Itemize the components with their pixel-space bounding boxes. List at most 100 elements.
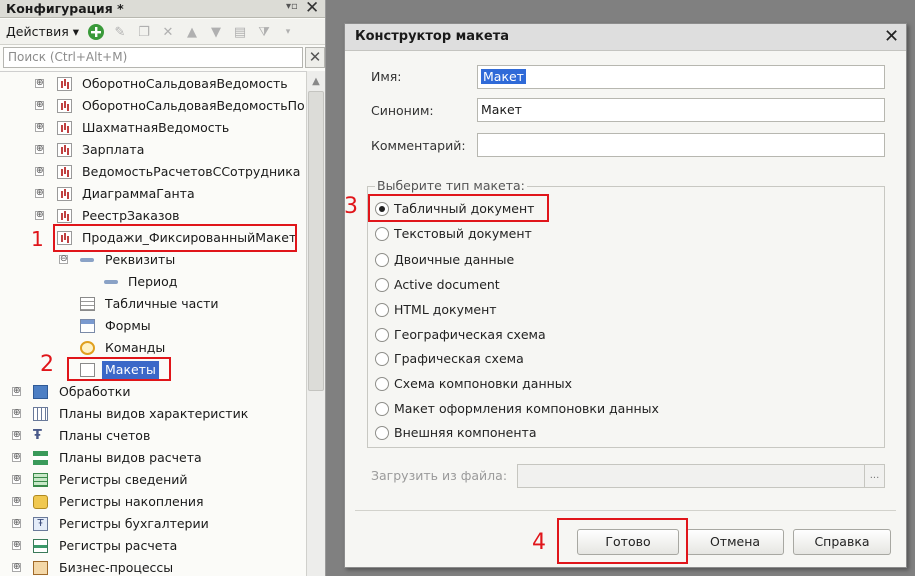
- actions-label: Действия: [6, 24, 69, 39]
- expand-icon[interactable]: ⊕: [35, 101, 44, 110]
- tree-scrollbar[interactable]: ▲: [306, 71, 325, 576]
- radio-button[interactable]: [375, 253, 389, 267]
- radio-button[interactable]: [375, 377, 389, 391]
- tree-item[interactable]: Период: [0, 271, 306, 293]
- expand-icon[interactable]: ⊕: [12, 541, 21, 550]
- tree-item-label: Бизнес-процессы: [59, 560, 174, 575]
- synonym-label: Синоним:: [371, 103, 434, 118]
- radio-label: Географическая схема: [394, 327, 546, 342]
- synonym-value: Макет: [481, 102, 522, 117]
- expand-icon[interactable]: ⊕: [12, 409, 21, 418]
- highlight-box-ok: [557, 518, 688, 564]
- edit-icon[interactable]: ✎: [110, 22, 130, 42]
- tree-item-label: ШахматнаяВедомость: [82, 120, 230, 135]
- expand-icon[interactable]: ⊕: [35, 167, 44, 176]
- expand-icon[interactable]: ⊕: [35, 123, 44, 132]
- panel-title-bar: Конфигурация * ▾▫ ✕: [0, 0, 325, 18]
- tree-item[interactable]: ⊕ ДиаграммаГанта: [0, 183, 306, 205]
- step-number-1: 1: [31, 227, 44, 251]
- scroll-up-icon[interactable]: ▲: [307, 73, 325, 91]
- load-from-file-field[interactable]: ...: [517, 464, 885, 488]
- tree-item[interactable]: ⊕ ОборотноСальдоваяВедомость: [0, 73, 306, 95]
- tree-item[interactable]: ⊕ Бизнес-процессы: [0, 557, 306, 576]
- load-from-file-label: Загрузить из файла:: [371, 468, 508, 483]
- radio-button[interactable]: [375, 402, 389, 416]
- command-icon: [80, 341, 95, 355]
- data-processor-icon: [33, 385, 48, 399]
- tree-item-label: Регистры сведений: [59, 472, 188, 487]
- radio-label: Схема компоновки данных: [394, 376, 573, 391]
- expand-icon[interactable]: ⊕: [12, 453, 21, 462]
- move-down-icon[interactable]: ▼: [206, 22, 226, 42]
- attribute-icon: [80, 258, 94, 262]
- tree-item-label: Обработки: [59, 384, 131, 399]
- radio-button[interactable]: [375, 227, 389, 241]
- tree-item[interactable]: ⊕ Ŧ Регистры бухгалтерии: [0, 513, 306, 535]
- expand-icon[interactable]: ⊕: [12, 497, 21, 506]
- tree-item[interactable]: ⊕ ОборотноСальдоваяВедомостьПо: [0, 95, 306, 117]
- template-designer-dialog: Конструктор макета ✕ Имя: Макет Синоним:…: [344, 23, 907, 568]
- clear-search-icon[interactable]: ✕: [305, 47, 325, 68]
- tree-item-label: Планы счетов: [59, 428, 151, 443]
- synonym-field[interactable]: Макет: [477, 98, 885, 122]
- radio-button[interactable]: [375, 328, 389, 342]
- copy-icon[interactable]: ❐: [134, 22, 154, 42]
- expand-icon[interactable]: ⊕: [35, 189, 44, 198]
- add-icon[interactable]: [86, 22, 106, 42]
- tree-item[interactable]: ⊕ Регистры сведений: [0, 469, 306, 491]
- expand-icon[interactable]: ⊕: [35, 211, 44, 220]
- tree-item[interactable]: ⊕ Регистры расчета: [0, 535, 306, 557]
- tree-item[interactable]: Формы: [0, 315, 306, 337]
- search-input[interactable]: Поиск (Ctrl+Alt+M): [3, 47, 303, 68]
- expand-icon[interactable]: ⊕: [12, 431, 21, 440]
- expand-icon[interactable]: ⊕: [12, 563, 21, 572]
- sort-icon[interactable]: ▤: [230, 22, 250, 42]
- radio-label: Двоичные данные: [394, 252, 515, 267]
- tree-item[interactable]: ⊕ Обработки: [0, 381, 306, 403]
- tree-item-label: ВедомостьРасчетовССотрудника: [82, 164, 301, 179]
- radio-button[interactable]: [375, 303, 389, 317]
- tree-item-label: ОборотноСальдоваяВедомость: [82, 76, 288, 91]
- scrollbar-thumb[interactable]: [308, 91, 324, 391]
- collapse-icon[interactable]: ⊖: [59, 255, 68, 264]
- help-button[interactable]: Справка: [793, 529, 891, 555]
- attribute-icon: [104, 280, 118, 284]
- expand-icon[interactable]: ⊕: [12, 475, 21, 484]
- radio-button[interactable]: [375, 278, 389, 292]
- filter-icon[interactable]: ⧩: [254, 22, 274, 42]
- name-field[interactable]: Макет: [477, 65, 885, 89]
- tree-item[interactable]: ⊕ Планы видов расчета: [0, 447, 306, 469]
- pin-icon[interactable]: ▾▫: [286, 1, 298, 12]
- tree-item[interactable]: ⊕ Регистры накопления: [0, 491, 306, 513]
- step-number-2: 2: [40, 352, 54, 377]
- chart-of-calculation-icon: [33, 451, 48, 465]
- tree-item[interactable]: ⊕ Планы видов характеристик: [0, 403, 306, 425]
- tree-item[interactable]: ⊕ Ŧ Планы счетов: [0, 425, 306, 447]
- browse-file-button[interactable]: ...: [864, 465, 884, 487]
- comment-field[interactable]: [477, 133, 885, 157]
- tree-item[interactable]: ⊕ ШахматнаяВедомость: [0, 117, 306, 139]
- radio-label: Текстовый документ: [394, 226, 532, 241]
- expand-icon[interactable]: ⊕: [35, 145, 44, 154]
- radio-button[interactable]: [375, 352, 389, 366]
- close-icon[interactable]: ✕: [884, 26, 899, 47]
- delete-icon[interactable]: ✕: [158, 22, 178, 42]
- tree-item[interactable]: ⊕ ВедомостьРасчетовССотрудника: [0, 161, 306, 183]
- expand-icon[interactable]: ⊕: [12, 519, 21, 528]
- configuration-panel: Конфигурация * ▾▫ ✕ Действия ▾ ✎ ❐ ✕ ▲ ▼…: [0, 0, 326, 576]
- move-up-icon[interactable]: ▲: [182, 22, 202, 42]
- comment-label: Комментарий:: [371, 138, 466, 153]
- information-register-icon: [33, 473, 48, 487]
- more-icon[interactable]: ▾: [278, 22, 298, 42]
- report-icon: [57, 99, 72, 113]
- expand-icon[interactable]: ⊕: [12, 387, 21, 396]
- tree-item-label: Регистры расчета: [59, 538, 178, 553]
- tree-item[interactable]: ⊖ Реквизиты: [0, 249, 306, 271]
- tree-item[interactable]: Табличные части: [0, 293, 306, 315]
- cancel-button[interactable]: Отмена: [686, 529, 784, 555]
- radio-button[interactable]: [375, 426, 389, 440]
- close-icon[interactable]: ✕: [305, 0, 319, 18]
- expand-icon[interactable]: ⊕: [35, 79, 44, 88]
- tree-item[interactable]: ⊕ Зарплата: [0, 139, 306, 161]
- actions-menu[interactable]: Действия ▾: [6, 24, 79, 39]
